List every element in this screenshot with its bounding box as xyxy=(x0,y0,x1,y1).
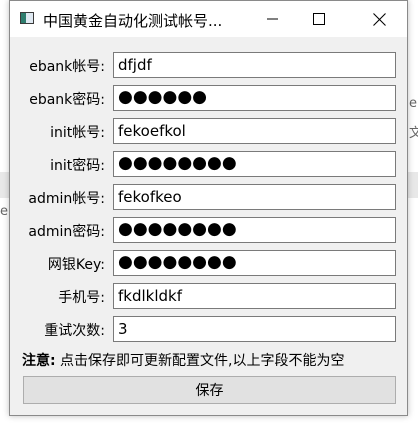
config-dialog-window: 中国黄金自动化测试帐号... ebank帐号: dfjdf ebank密码: ●… xyxy=(9,0,408,416)
minimize-icon xyxy=(267,18,278,20)
form-row-admin-password: admin密码: ●●●●●●●● xyxy=(10,217,407,243)
form-row-init-password: init密码: ●●●●●●●● xyxy=(10,151,407,177)
init-account-input[interactable]: fekoefkol xyxy=(113,118,396,144)
window-title: 中国黄金自动化测试帐号... xyxy=(43,12,223,30)
form-row-ebank-password: ebank密码: ●●●●●● xyxy=(10,85,407,111)
notice-text: 注意: 点击保存即可更新配置文件,以上字段不能为空 xyxy=(22,350,345,370)
init-password-input[interactable]: ●●●●●●●● xyxy=(113,151,396,177)
close-button[interactable] xyxy=(356,1,402,37)
notice-body: 点击保存即可更新配置文件,以上字段不能为空 xyxy=(55,353,345,369)
retry-count-label: 重试次数: xyxy=(44,323,105,339)
maximize-button[interactable] xyxy=(296,1,342,37)
form-row-ebank-account: ebank帐号: dfjdf xyxy=(10,52,407,78)
maximize-icon xyxy=(313,13,325,25)
netbank-key-input[interactable]: ●●●●●●●● xyxy=(113,250,396,276)
retry-count-input[interactable]: 3 xyxy=(113,316,396,342)
background-text-fragment: 文 xyxy=(409,126,418,141)
close-icon xyxy=(372,12,386,26)
form-row-init-account: init帐号: fekoefkol xyxy=(10,118,407,144)
init-account-label: init帐号: xyxy=(50,125,105,141)
phone-input[interactable]: fkdlkldkf xyxy=(113,283,396,309)
phone-label: 手机号: xyxy=(58,290,105,306)
notice-prefix: 注意: xyxy=(22,353,56,369)
ebank-account-input[interactable]: dfjdf xyxy=(113,52,396,78)
app-icon xyxy=(20,12,34,24)
admin-password-label: admin密码: xyxy=(28,224,105,240)
ebank-account-label: ebank帐号: xyxy=(29,59,105,75)
background-text-fragment: e xyxy=(0,204,8,219)
netbank-key-label: 网银Key: xyxy=(47,257,105,273)
admin-account-input[interactable]: fekofkeo xyxy=(113,184,396,210)
admin-password-input[interactable]: ●●●●●●●● xyxy=(113,217,396,243)
admin-account-label: admin帐号: xyxy=(28,191,105,207)
form-row-phone: 手机号: fkdlkldkf xyxy=(10,283,407,309)
ebank-password-label: ebank密码: xyxy=(29,92,105,108)
form-row-admin-account: admin帐号: fekofkeo xyxy=(10,184,407,210)
init-password-label: init密码: xyxy=(50,158,105,174)
form-row-retry-count: 重试次数: 3 xyxy=(10,316,407,342)
title-bar[interactable]: 中国黄金自动化测试帐号... xyxy=(10,1,407,37)
minimize-button[interactable] xyxy=(250,1,296,37)
ebank-password-input[interactable]: ●●●●●● xyxy=(113,85,396,111)
form-row-netbank-key: 网银Key: ●●●●●●●● xyxy=(10,250,407,276)
background-text-fragment: e xyxy=(409,96,417,111)
save-button[interactable]: 保存 xyxy=(23,376,396,404)
